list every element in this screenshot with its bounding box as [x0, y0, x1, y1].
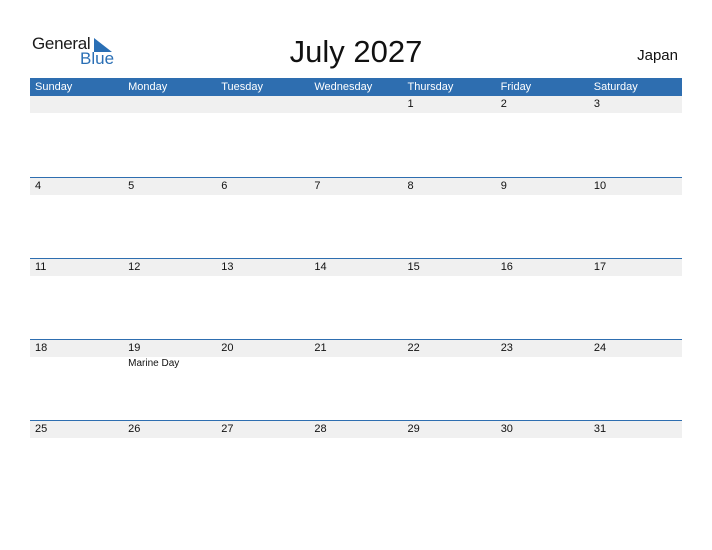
day-cell — [30, 96, 123, 177]
day-number: 8 — [407, 180, 414, 192]
day-number: 27 — [221, 423, 234, 435]
day-cell: 29 — [403, 421, 496, 502]
day-cell: 26 — [123, 421, 216, 502]
weekday-header: Sunday Monday Tuesday Wednesday Thursday… — [30, 78, 682, 96]
day-number: 16 — [500, 261, 513, 273]
day-cell: 9 — [496, 178, 589, 259]
day-number: 4 — [35, 180, 42, 192]
day-cell: 2 — [496, 96, 589, 177]
day-cell: 12 — [123, 259, 216, 340]
day-cell: 4 — [30, 178, 123, 259]
day-cell: 10 — [589, 178, 682, 259]
day-number: 28 — [314, 423, 327, 435]
day-cell: 24 — [589, 340, 682, 421]
day-cell: 17 — [589, 259, 682, 340]
day-number: 6 — [221, 180, 228, 192]
day-number: 30 — [500, 423, 513, 435]
day-cell: 11 — [30, 259, 123, 340]
day-number: 9 — [500, 180, 507, 192]
day-number: 5 — [128, 180, 135, 192]
week-row: 4 5 6 7 8 9 10 — [30, 177, 682, 259]
week-row: 1 2 3 — [30, 96, 682, 177]
day-number: 11 — [35, 261, 47, 273]
day-cell: 6 — [216, 178, 309, 259]
day-number: 17 — [593, 261, 607, 273]
weekday-thursday: Thursday — [407, 81, 454, 93]
day-cell: 3 — [589, 96, 682, 177]
day-number: 14 — [314, 261, 327, 273]
day-cell: 21 — [309, 340, 402, 421]
week-row: 18 19 Marine Day 20 21 22 23 24 — [30, 339, 682, 421]
weekday-monday: Monday — [128, 81, 168, 93]
day-number: 26 — [128, 423, 141, 435]
calendar-title: July 2027 — [289, 34, 423, 69]
day-number: 13 — [221, 261, 234, 273]
day-number: 29 — [407, 423, 420, 435]
day-number: 1 — [407, 98, 414, 110]
day-cell: 15 — [403, 259, 496, 340]
day-cell: 22 — [403, 340, 496, 421]
day-cell: 16 — [496, 259, 589, 340]
day-cell: 30 — [496, 421, 589, 502]
day-cell: 7 — [309, 178, 402, 259]
day-number: 12 — [128, 261, 141, 273]
country-label: Japan — [637, 47, 678, 64]
day-cell: 19 Marine Day — [123, 340, 216, 421]
day-number: 20 — [221, 342, 234, 354]
day-cell: 1 — [403, 96, 496, 177]
day-number: 21 — [314, 342, 327, 354]
day-number: 22 — [407, 342, 420, 354]
day-cell: 27 — [216, 421, 309, 502]
day-cell: 13 — [216, 259, 309, 340]
day-number: 31 — [593, 423, 607, 435]
day-cell: 31 — [589, 421, 682, 502]
day-cell: 20 — [216, 340, 309, 421]
day-cell — [216, 96, 309, 177]
day-cell: 8 — [403, 178, 496, 259]
day-cell: 25 — [30, 421, 123, 502]
day-number: 7 — [314, 180, 321, 192]
day-number: 24 — [593, 342, 607, 354]
day-number: 23 — [500, 342, 513, 354]
week-row: 11 12 13 14 15 16 17 — [30, 258, 682, 340]
day-number: 18 — [35, 342, 48, 354]
weekday-tuesday: Tuesday — [221, 81, 264, 93]
day-number: 25 — [35, 423, 48, 435]
day-number: 19 — [128, 342, 141, 354]
day-cell — [309, 96, 402, 177]
day-cell — [123, 96, 216, 177]
weekday-saturday: Saturday — [593, 81, 638, 93]
weekday-friday: Friday — [500, 81, 532, 93]
day-cell: 5 — [123, 178, 216, 259]
day-number: 15 — [407, 261, 420, 273]
day-cell: 28 — [309, 421, 402, 502]
holiday-label: Marine Day — [128, 358, 180, 369]
week-row: 25 26 27 28 29 30 31 — [30, 420, 682, 502]
day-number: 10 — [593, 180, 607, 192]
day-cell: 14 — [309, 259, 402, 340]
day-number: 3 — [593, 98, 600, 110]
day-cell: 23 — [496, 340, 589, 421]
day-cell: 18 — [30, 340, 123, 421]
weekday-sunday: Sunday — [35, 81, 73, 93]
weekday-wednesday: Wednesday — [314, 81, 373, 93]
day-number: 2 — [500, 98, 507, 110]
